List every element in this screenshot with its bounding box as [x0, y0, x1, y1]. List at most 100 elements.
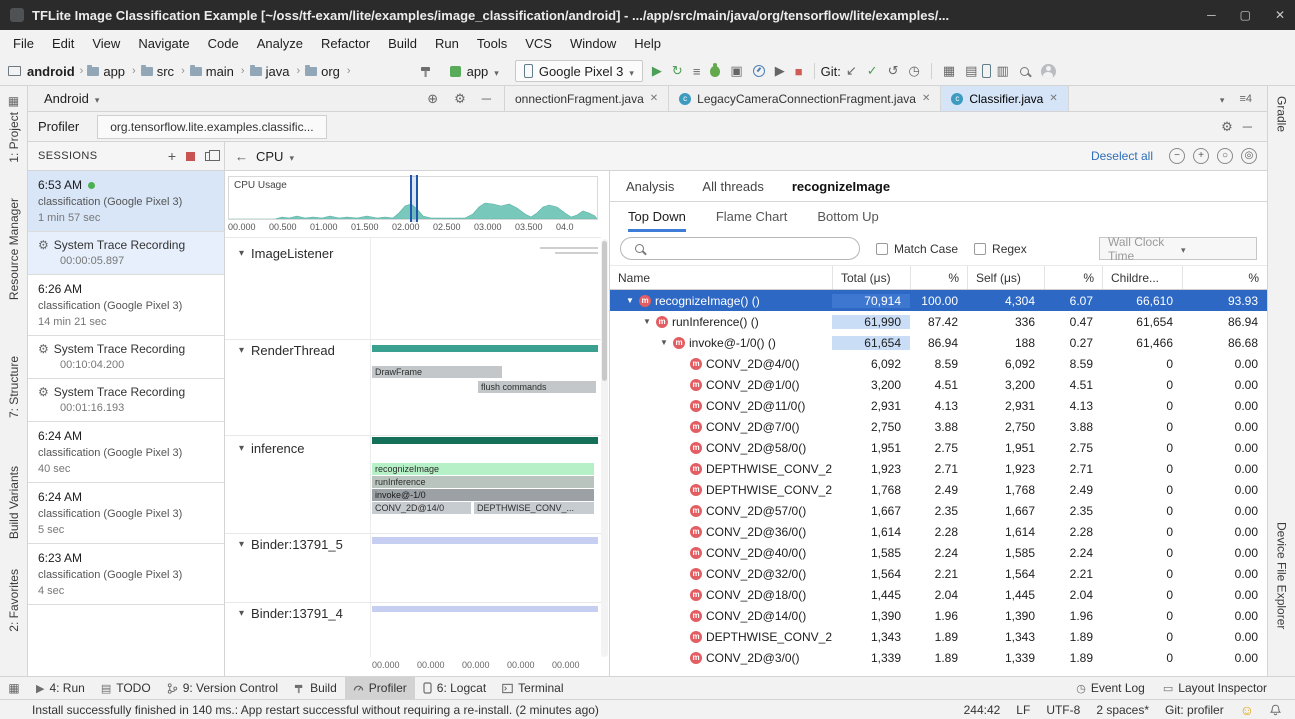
breadcrumb-item[interactable]: app [87, 64, 138, 79]
menu-item[interactable]: Build [379, 30, 426, 57]
subtab-flame-chart[interactable]: Flame Chart [716, 209, 788, 232]
sidebar-item-device-file-explorer[interactable]: Device File Explorer [1275, 522, 1289, 629]
column-children-pct[interactable]: % [1182, 266, 1267, 289]
match-case-checkbox[interactable]: Match Case [876, 242, 958, 256]
menu-item[interactable]: Analyze [248, 30, 312, 57]
clock-type-dropdown[interactable]: Wall Clock Time [1099, 237, 1257, 260]
toolwindow-build[interactable]: Build [286, 677, 345, 699]
table-row[interactable]: m CONV_2D@40/0() 1,585 2.24 1,585 2.24 0… [610, 542, 1267, 563]
checkbox-icon[interactable] [974, 243, 986, 255]
tab-legacy-camera-connection-fragment[interactable]: c LegacyCameraConnectionFragment.java [669, 86, 941, 111]
back-arrow-icon[interactable] [235, 149, 248, 164]
tab-recognizeimage[interactable]: recognizeImage [792, 179, 890, 194]
search-everywhere-icon[interactable] [1020, 67, 1029, 76]
table-row[interactable]: m DEPTHWISE_CONV_2D 1,768 2.49 1,768 2.4… [610, 479, 1267, 500]
profiler-session-tab[interactable]: org.tensorflow.lite.examples.classific..… [97, 115, 326, 139]
thread-renderthread[interactable]: RenderThread [239, 343, 335, 358]
thread-state-bar[interactable] [372, 606, 598, 612]
column-self[interactable]: Self (μs) [967, 266, 1044, 289]
sdk-manager-icon[interactable]: ▥ [991, 63, 1013, 79]
trace-event-invoke[interactable]: invoke@-1/0 [372, 489, 594, 501]
tab-all-threads[interactable]: All threads [702, 179, 763, 194]
notifications-bell-icon[interactable] [1270, 704, 1281, 716]
maximize-window-button[interactable]: ▢ [1240, 8, 1251, 22]
table-row[interactable]: m CONV_2D@7/0() 2,750 3.88 2,750 3.88 0 … [610, 416, 1267, 437]
regex-checkbox[interactable]: Regex [974, 242, 1027, 256]
debug-button[interactable] [710, 66, 720, 77]
menu-item[interactable]: Navigate [129, 30, 198, 57]
sidebar-item-resource-manager[interactable]: Resource Manager [7, 198, 21, 300]
device-selector[interactable]: Google Pixel 3 [515, 60, 643, 82]
caret-position[interactable]: 244:42 [964, 703, 1001, 717]
sidebar-item-favorites[interactable]: 2: Favorites [7, 569, 21, 632]
feedback-smiley-icon[interactable] [1240, 702, 1254, 718]
session-item[interactable]: 6:26 AM classification (Google Pixel 3) … [28, 275, 224, 336]
menu-item[interactable]: View [83, 30, 129, 57]
apply-code-changes-button[interactable]: ≡ [688, 64, 706, 79]
reset-zoom-icon[interactable]: ○ [1217, 148, 1233, 164]
expand-triangle-icon[interactable] [239, 443, 244, 454]
breadcrumb-item[interactable]: java [250, 64, 304, 79]
menu-item[interactable]: Edit [43, 30, 83, 57]
expand-icon[interactable] [660, 338, 669, 347]
table-row[interactable]: m CONV_2D@14/0() 1,390 1.96 1,390 1.96 0… [610, 605, 1267, 626]
close-window-button[interactable]: ✕ [1275, 8, 1285, 22]
expand-icon[interactable] [626, 296, 635, 305]
zoom-to-selection-icon[interactable]: ◎ [1241, 148, 1257, 164]
close-icon[interactable] [650, 93, 658, 104]
minimize-window-button[interactable]: ─ [1207, 8, 1216, 22]
zoom-in-icon[interactable]: + [1193, 148, 1209, 164]
menu-item[interactable]: Tools [468, 30, 516, 57]
table-row[interactable]: m DEPTHWISE_CONV_2D 1,343 1.89 1,343 1.8… [610, 626, 1267, 647]
checkbox-icon[interactable] [876, 243, 888, 255]
expand-triangle-icon[interactable] [239, 608, 244, 619]
project-view-selector[interactable]: Android [44, 91, 89, 106]
sidebar-item-gradle[interactable]: Gradle [1275, 96, 1289, 132]
thread-activity-bar[interactable] [540, 247, 598, 249]
table-row[interactable]: m CONV_2D@1/0() 3,200 4.51 3,200 4.51 0 … [610, 374, 1267, 395]
thread-state-bar[interactable] [372, 345, 598, 352]
trace-event-depthwise-conv[interactable]: DEPTHWISE_CONV_... [474, 502, 594, 514]
table-row[interactable]: m CONV_2D@4/0() 6,092 8.59 6,092 8.59 0 … [610, 353, 1267, 374]
coverage-button[interactable]: ▣ [725, 63, 747, 79]
menu-item[interactable]: File [4, 30, 43, 57]
menu-item[interactable]: Run [426, 30, 468, 57]
expand-icon[interactable] [643, 317, 652, 326]
thread-activity-bar[interactable] [555, 252, 598, 254]
close-icon[interactable] [1049, 93, 1057, 104]
toolwindow-logcat[interactable]: 6: Logcat [415, 677, 494, 699]
update-project-icon[interactable]: ↙ [841, 63, 862, 79]
threads-scrollbar[interactable] [601, 239, 608, 657]
table-row[interactable]: m invoke@-1/0() () 61,654 86.94 188 0.27… [610, 332, 1267, 353]
attach-debugger-button[interactable]: ▶ [770, 63, 790, 79]
layout-inspector-button[interactable]: ▭ Layout Inspector [1163, 681, 1267, 695]
tab-camera-connection-fragment[interactable]: onnectionFragment.java [505, 86, 669, 111]
file-encoding[interactable]: UTF-8 [1046, 703, 1080, 717]
revert-icon[interactable]: ↺ [883, 63, 904, 79]
stop-button[interactable]: ■ [790, 64, 808, 79]
settings-gear-icon[interactable]: ⚙ [449, 91, 471, 107]
sidebar-item-build-variants[interactable]: Build Variants [7, 466, 21, 539]
trace-event-drawframe[interactable]: DrawFrame [372, 366, 502, 378]
table-row[interactable]: m CONV_2D@11/0() 2,931 4.13 2,931 4.13 0… [610, 395, 1267, 416]
table-row[interactable]: m CONV_2D@18/0() 1,445 2.04 1,445 2.04 0… [610, 584, 1267, 605]
breadcrumb-item[interactable]: org [305, 64, 353, 79]
column-children[interactable]: Childre... [1102, 266, 1182, 289]
zoom-out-icon[interactable]: − [1169, 148, 1185, 164]
column-self-pct[interactable]: % [1044, 266, 1102, 289]
run-config-selector[interactable]: app [442, 60, 507, 82]
menu-item[interactable]: Help [625, 30, 670, 57]
filter-input[interactable] [620, 237, 860, 260]
session-item[interactable]: 6:24 AM classification (Google Pixel 3) … [28, 422, 224, 483]
locate-file-icon[interactable]: ⊕ [422, 91, 443, 107]
table-row[interactable]: m runInference() () 61,990 87.42 336 0.4… [610, 311, 1267, 332]
table-row[interactable]: m CONV_2D@57/0() 1,667 2.35 1,667 2.35 0… [610, 500, 1267, 521]
thread-inference[interactable]: inference [239, 441, 305, 456]
expand-triangle-icon[interactable] [239, 539, 244, 550]
profiler-title[interactable]: Profiler [38, 119, 79, 134]
profile-button[interactable] [753, 65, 765, 77]
tab-analysis[interactable]: Analysis [626, 179, 674, 194]
session-item[interactable]: System Trace Recording 00:01:16.193 [28, 379, 224, 422]
toolwindow-run[interactable]: ▶ 4: Run [28, 677, 93, 699]
hidden-tabs-icon[interactable] [1220, 91, 1225, 106]
